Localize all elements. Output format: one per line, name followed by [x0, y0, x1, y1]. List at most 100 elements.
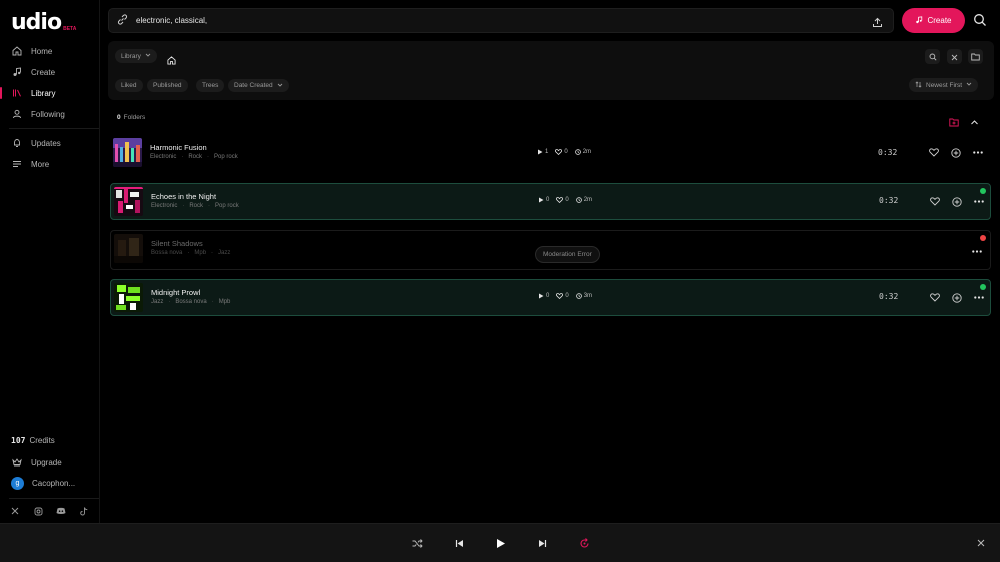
genre-tag[interactable]: Bossa nova — [151, 250, 182, 256]
user-icon — [11, 109, 22, 120]
shuffle-icon[interactable] — [411, 537, 423, 549]
new-folder-icon[interactable] — [949, 114, 959, 132]
avatar: g — [11, 476, 24, 490]
track-row[interactable]: Harmonic Fusion Electronic · Rock · Pop ro… — [110, 135, 991, 172]
credits-counter[interactable]: 107 Credits — [0, 431, 99, 449]
credits-label: Credits — [29, 435, 55, 445]
panel-folder-button[interactable] — [968, 49, 983, 64]
genre-separator: · — [168, 299, 171, 305]
home-icon[interactable] — [167, 52, 176, 70]
sidebar-item-following[interactable]: Following — [0, 105, 99, 123]
track-title[interactable]: Midnight Prowl — [151, 288, 200, 297]
genre-tag[interactable]: Bossa nova — [175, 299, 206, 305]
plays-count: 1 — [545, 149, 549, 155]
genre-tag[interactable]: Mpb — [194, 250, 206, 256]
heart-icon[interactable] — [929, 196, 940, 207]
filter-trees[interactable]: Trees — [196, 79, 225, 92]
sidebar-item-library[interactable]: Library — [0, 84, 99, 102]
age-value: 2m — [583, 197, 593, 203]
heart-icon — [556, 197, 564, 203]
heart-icon[interactable] — [929, 292, 940, 303]
track-row[interactable]: Midnight Prowl Jazz · Bossa nova · Mpb 0 0… — [110, 279, 991, 316]
heart-icon[interactable] — [928, 147, 939, 158]
track-title[interactable]: Silent Shadows — [151, 239, 203, 248]
more-options-icon[interactable] — [973, 292, 984, 303]
add-to-queue-icon[interactable] — [951, 196, 962, 207]
more-options-icon[interactable] — [971, 246, 982, 257]
sort-dropdown[interactable]: Newest First — [909, 78, 979, 92]
age-value: 3m — [583, 293, 593, 299]
create-button[interactable]: Create — [902, 8, 965, 33]
track-duration: 0:32 — [879, 292, 899, 301]
x-icon[interactable] — [10, 506, 20, 516]
genre-separator: · — [207, 154, 210, 160]
genre-tag[interactable]: Jazz — [151, 299, 163, 305]
genre-tag[interactable]: Rock — [189, 203, 203, 209]
user-profile[interactable]: g Cacophon... — [0, 474, 99, 492]
filter-published[interactable]: Published — [147, 79, 188, 92]
filter-date-created[interactable]: Date Created — [228, 79, 289, 92]
next-track-icon[interactable] — [536, 537, 548, 549]
sort-label: Newest First — [926, 81, 963, 89]
genre-tag[interactable]: Jazz — [218, 250, 230, 256]
upload-icon[interactable] — [872, 15, 883, 33]
chevron-down-icon — [277, 82, 283, 90]
sidebar-item-updates[interactable]: Updates — [0, 134, 99, 152]
track-actions — [971, 246, 982, 257]
prompt-bar[interactable]: electronic, classical, — [108, 8, 894, 33]
panel-clear-button[interactable] — [947, 49, 962, 64]
play-count-icon — [539, 293, 544, 299]
discord-icon[interactable] — [56, 506, 66, 516]
genre-tag[interactable]: Pop rock — [215, 203, 239, 209]
close-player-icon[interactable] — [975, 537, 987, 549]
sidebar-item-label: Home — [31, 46, 53, 56]
track-artwork[interactable] — [114, 187, 143, 216]
likes-stat: 0 — [556, 293, 569, 299]
genre-tag[interactable]: Rock — [188, 154, 202, 160]
chevron-up-icon[interactable] — [970, 114, 979, 132]
folders-count: 0 — [117, 114, 121, 121]
panel-search-button[interactable] — [925, 49, 940, 64]
track-duration: 0:32 — [879, 196, 899, 205]
add-to-queue-icon[interactable] — [951, 292, 962, 303]
sidebar-item-home[interactable]: Home — [0, 42, 99, 60]
filter-liked[interactable]: Liked — [115, 79, 143, 92]
track-artwork[interactable] — [114, 234, 143, 263]
track-genres: Jazz · Bossa nova · Mpb — [151, 299, 230, 305]
repeat-icon[interactable] — [578, 537, 590, 549]
plays-stat: 1 — [537, 149, 548, 155]
instagram-icon[interactable] — [33, 506, 43, 516]
genre-tag[interactable]: Mpb — [219, 299, 231, 305]
upgrade-label: Upgrade — [31, 457, 62, 467]
search-icon[interactable] — [973, 13, 987, 32]
more-options-icon[interactable] — [972, 147, 983, 158]
more-options-icon[interactable] — [973, 196, 984, 207]
prompt-input[interactable]: electronic, classical, — [136, 16, 207, 25]
genre-tag[interactable]: Electronic — [150, 154, 176, 160]
logo-text: udio — [11, 10, 62, 35]
search-icon — [929, 48, 937, 66]
track-row[interactable]: Echoes in the Night Electronic · Rock · Po… — [110, 183, 991, 220]
tiktok-icon[interactable] — [79, 506, 89, 516]
track-artwork[interactable] — [113, 138, 142, 167]
play-button[interactable] — [494, 537, 506, 549]
genre-tag[interactable]: Electronic — [151, 203, 177, 209]
previous-track-icon[interactable] — [453, 537, 465, 549]
track-genres: Electronic · Rock · Pop rock — [150, 154, 238, 160]
age-value: 2m — [582, 149, 592, 155]
sidebar-item-more[interactable]: More — [0, 155, 99, 173]
track-stats: 0 0 2m — [538, 197, 592, 203]
udio-logo[interactable]: udio BETA — [11, 12, 76, 34]
track-row[interactable]: Silent Shadows Bossa nova · Mpb · Jazz Mod… — [110, 230, 991, 270]
sidebar-item-create[interactable]: Create — [0, 63, 99, 81]
add-to-queue-icon[interactable] — [950, 147, 961, 158]
breadcrumb-root[interactable]: Library — [115, 49, 157, 63]
play-count-icon — [538, 149, 543, 155]
track-title[interactable]: Harmonic Fusion — [150, 143, 207, 152]
track-genres: Bossa nova · Mpb · Jazz — [151, 250, 230, 256]
track-title[interactable]: Echoes in the Night — [151, 192, 216, 201]
genre-tag[interactable]: Pop rock — [214, 154, 238, 160]
upgrade-button[interactable]: Upgrade — [0, 453, 99, 471]
chip-label: Trees — [202, 82, 219, 89]
track-artwork[interactable] — [114, 283, 143, 312]
